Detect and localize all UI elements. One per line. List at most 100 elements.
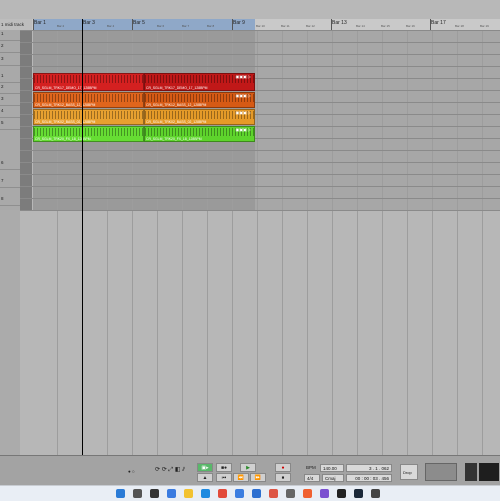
clip-name: CR_SGLM_TRK02_BASS_02_128BPM [35, 120, 96, 124]
audio-clip[interactable]: CR_SGLM_TRK17_DEMO_17_128BPM [33, 73, 144, 91]
grid-line [382, 30, 383, 455]
windows-taskbar [0, 485, 500, 501]
clip-name: CR_SGLM_TRK20_FX_18_128BPM [146, 137, 202, 141]
track-row-divider [20, 42, 500, 43]
loop-icon[interactable]: ⟳ ⟳ ⤢ ◧ ⫽ [155, 466, 185, 474]
record-mode-button[interactable]: ■● [216, 463, 232, 472]
taskview-icon[interactable] [150, 489, 159, 498]
track-header[interactable]: 3 [0, 56, 20, 66]
ruler-beat-label: Bar 8 [207, 24, 215, 28]
grid-line [332, 30, 333, 455]
steam-icon[interactable] [354, 489, 363, 498]
time-display: 00 : 00 : 03 . 456 [346, 474, 392, 482]
clip-controls-icon[interactable]: ▣▣▣ ▷ [235, 93, 251, 98]
track-row-divider [20, 210, 500, 211]
grid-line [457, 30, 458, 455]
metronome-button[interactable]: ▲ [197, 473, 213, 482]
clip-controls-icon[interactable]: ▣▣▣ ▷ [235, 127, 251, 132]
clip-controls-icon[interactable]: ▣▣▣ ▷ [235, 110, 251, 115]
track-row-divider [20, 174, 500, 175]
clip-name: CR_SGLM_TRK02_BASS_02_128BPM [146, 120, 207, 124]
track-header[interactable]: 7 [0, 178, 20, 188]
clip-waveform [34, 111, 143, 119]
ruler-beat-label: Bar 16 [406, 24, 415, 28]
ruler-bar-label: Bar 17 [431, 20, 446, 26]
vpn-icon[interactable] [337, 489, 346, 498]
track-row-divider [20, 186, 500, 187]
grid-line [282, 30, 283, 455]
track-header[interactable]: 8 [0, 196, 20, 206]
bpm-field[interactable]: 140.00 [320, 464, 344, 472]
go-to-start-button[interactable]: ⏮ [216, 473, 232, 482]
track-header[interactable]: 2 [0, 84, 20, 94]
photos-icon[interactable] [320, 489, 329, 498]
stop-button[interactable]: ⏹ [275, 473, 291, 482]
track-row-divider [20, 30, 500, 31]
audio-clip[interactable]: ▣▣▣ ▷ CR_SGLM_TRK17_DEMO_17_128BPM [144, 73, 255, 91]
clip-waveform [34, 75, 143, 83]
clip-name: CR_SGLM_TRK17_DEMO_17_128BPM [35, 86, 97, 90]
grid-line [307, 30, 308, 455]
audio-clip[interactable]: ▣▣▣ ▷ CR_SGLM_TRK02_BASS_02_128BPM [144, 109, 255, 125]
audio-clip[interactable]: CR_SGLM_TRK12_BASS_12_128BPM [33, 92, 144, 108]
pen-icon[interactable] [303, 489, 312, 498]
track-row-divider [20, 198, 500, 199]
grid-line [257, 30, 258, 455]
grid-line [357, 30, 358, 455]
clip-name: CR_SGLM_TRK17_DEMO_17_128BPM [146, 86, 208, 90]
search-icon[interactable] [133, 489, 142, 498]
track-header[interactable]: 4 [0, 108, 20, 118]
drop-button[interactable]: Drop [400, 464, 418, 480]
settings-icon[interactable] [286, 489, 295, 498]
ruler-beat-label: Bar 19 [480, 24, 489, 28]
mail-icon[interactable] [252, 489, 261, 498]
ruler-beat-label: Bar 6 [157, 24, 165, 28]
audio-clip[interactable]: CR_SGLM_TRK02_BASS_02_128BPM [33, 109, 144, 125]
lower-header-area [0, 210, 20, 455]
track-row-divider [20, 54, 500, 55]
track-header[interactable]: 5 [0, 120, 20, 130]
playhead[interactable] [82, 19, 83, 457]
record-button[interactable]: ● [275, 463, 291, 472]
key-field[interactable]: Cmaj [322, 474, 344, 482]
daw-icon[interactable] [269, 489, 278, 498]
track-row-divider [20, 66, 500, 67]
rewind-button[interactable]: ⏪ [233, 473, 249, 482]
clip-name: CR_SGLM_TRK12_BASS_12_128BPM [146, 103, 207, 107]
grid-line [482, 30, 483, 455]
time-signature-field[interactable]: 4/4 [304, 474, 320, 482]
widgets-icon[interactable] [167, 489, 176, 498]
ruler-beat-label: Bar 7 [182, 24, 190, 28]
windows-icon[interactable] [116, 489, 125, 498]
explorer-icon[interactable] [184, 489, 193, 498]
ruler-bar-label: Bar 13 [332, 20, 347, 26]
ruler-beat-label: Bar 18 [455, 24, 464, 28]
clip-waveform [34, 94, 143, 102]
dark-panel-left [465, 463, 477, 481]
ruler-beat-label: Bar 2 [57, 24, 65, 28]
track-header[interactable]: 6 [0, 160, 20, 170]
track-header[interactable]: 1 [0, 73, 20, 83]
ruler-bar-label: Bar 9 [233, 20, 245, 26]
audio-clip[interactable]: ▣▣▣ ▷ CR_SGLM_TRK12_BASS_12_128BPM [144, 92, 255, 108]
position-display: 3 . 1 . 062 [346, 464, 392, 472]
fast-forward-button[interactable]: ⏩ [250, 473, 266, 482]
arrangement-lower-area[interactable] [0, 210, 500, 455]
ruler-beat-label: Bar 10 [256, 24, 265, 28]
record-dot-icon[interactable]: ● ○ [128, 469, 135, 474]
edge-icon[interactable] [201, 489, 210, 498]
level-meter [425, 463, 457, 481]
track-row-divider [20, 150, 500, 151]
store-icon[interactable] [235, 489, 244, 498]
track-header[interactable]: 1 [0, 31, 20, 41]
chrome-icon[interactable] [218, 489, 227, 498]
audio-clip[interactable]: ▣▣▣ ▷ CR_SGLM_TRK20_FX_18_128BPM [144, 126, 255, 142]
play-button[interactable]: ▶ [240, 463, 256, 472]
clip-controls-icon[interactable]: ▣▣▣ ▷ [235, 74, 251, 79]
arrangement-empty-region[interactable] [255, 30, 500, 210]
audio-clip[interactable]: CR_SGLM_TRK20_FX_18_128BPM [33, 126, 144, 142]
app-icon[interactable] [371, 489, 380, 498]
track-header[interactable]: 3 [0, 96, 20, 106]
track-header[interactable]: 2 [0, 43, 20, 53]
pattern-mode-button[interactable]: ▣▸ [197, 463, 213, 472]
